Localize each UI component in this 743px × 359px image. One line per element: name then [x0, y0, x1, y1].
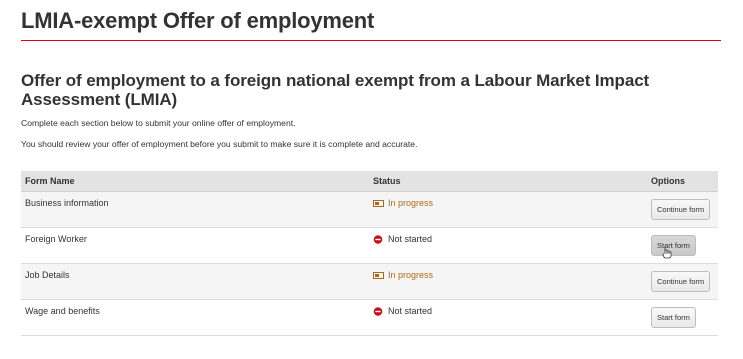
start-form-button[interactable]: Start form [651, 307, 696, 328]
start-form-button[interactable]: Start form [651, 235, 696, 256]
status-label: In progress [388, 270, 434, 280]
form-name-cell: Foreign Worker [25, 234, 87, 244]
column-header-options: Options [647, 171, 718, 192]
in-progress-icon [373, 199, 384, 207]
status-cell: In progress [373, 264, 433, 280]
section-heading: Offer of employment to a foreign nationa… [21, 71, 650, 109]
title-divider [21, 40, 721, 41]
form-name-cell: Wage and benefits [25, 306, 100, 316]
status-label: In progress [388, 198, 434, 208]
status-label: Not started [388, 234, 433, 244]
table-row: Job Details In progress Continue form [21, 263, 718, 300]
not-started-icon [373, 234, 383, 244]
form-name-cell: Job Details [25, 270, 70, 280]
status-cell: Not started [373, 228, 432, 244]
in-progress-icon [373, 271, 384, 279]
table-row: Foreign Worker Not started Start form [21, 227, 718, 264]
column-header-form-name: Form Name [21, 171, 369, 192]
status-label: Not started [388, 306, 433, 316]
continue-form-button[interactable]: Continue form [651, 271, 711, 292]
intro-paragraph-1: Complete each section below to submit yo… [21, 118, 296, 128]
status-cell: In progress [373, 192, 433, 208]
form-name-cell: Business information [25, 198, 109, 208]
status-cell: Not started [373, 300, 432, 316]
table-header-row: Form Name Status Options [21, 171, 718, 192]
intro-paragraph-2: You should review your offer of employme… [21, 139, 418, 149]
page-content: LMIA-exempt Offer of employment Offer of… [21, 0, 721, 336]
table-row: Wage and benefits Not started Start form [21, 299, 718, 336]
forms-table: Form Name Status Options Business inform… [21, 171, 718, 336]
not-started-icon [373, 306, 383, 316]
column-header-status: Status [369, 171, 647, 192]
table-row: Business information In progress Continu… [21, 191, 718, 228]
continue-form-button[interactable]: Continue form [651, 199, 711, 220]
page-title: LMIA-exempt Offer of employment [21, 8, 375, 33]
